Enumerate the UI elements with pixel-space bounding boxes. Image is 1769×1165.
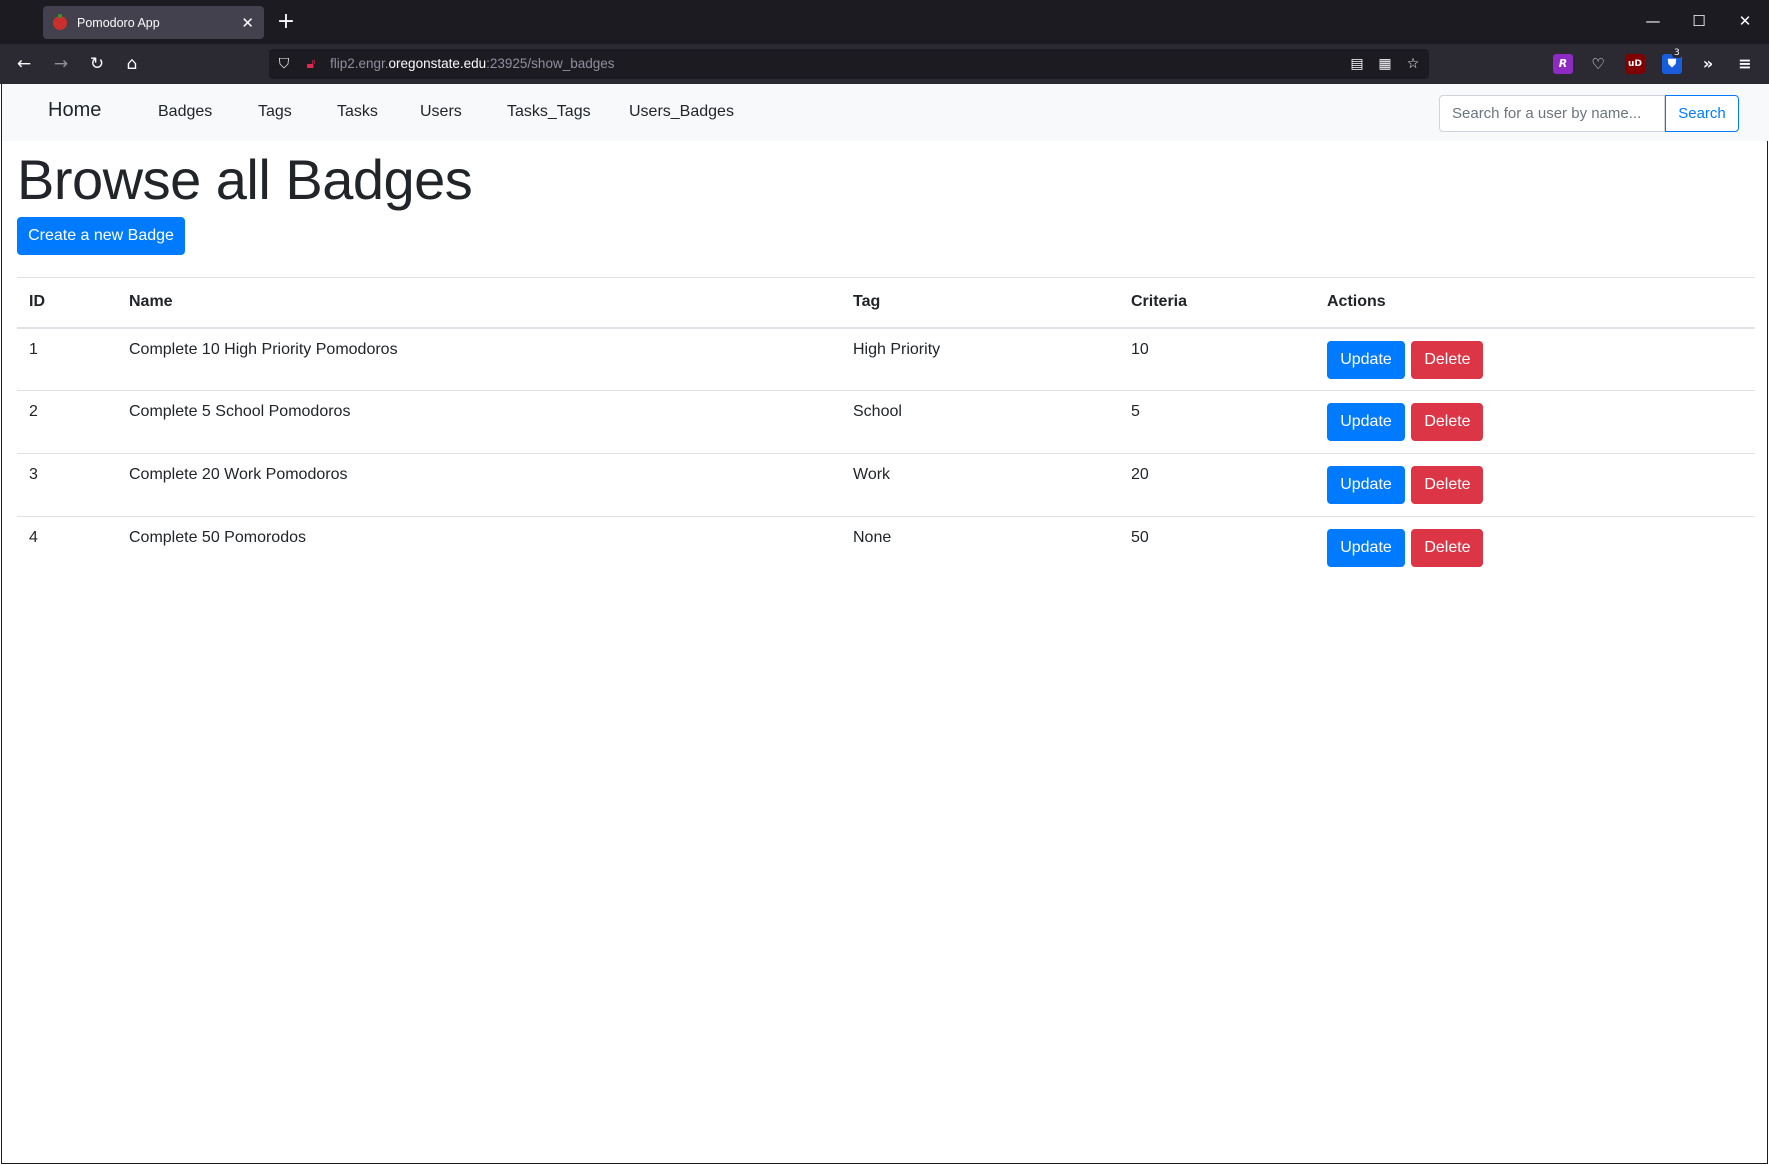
page-title: Browse all Badges [17, 148, 473, 211]
cell-criteria: 20 [1119, 453, 1315, 517]
nav-link-users[interactable]: Users [420, 103, 462, 121]
maximize-icon[interactable]: ☐ [1676, 6, 1722, 36]
url-bar[interactable]: ⛉ 🔓︎ flip2.engr.oregonstate.edu:23925/sh… [269, 49, 1429, 79]
cell-actions: Update Delete [1315, 453, 1755, 517]
table-row: 2 Complete 5 School Pomodoros School 5 U… [17, 390, 1755, 454]
cell-id: 2 [17, 390, 117, 454]
create-badge-button[interactable]: Create a new Badge [17, 217, 185, 255]
url-prefix: flip2.engr. [330, 56, 389, 71]
reader-view-icon[interactable]: ▤ [1347, 55, 1367, 73]
browser-toolbar: ← → ↻ ⌂ ⛉ 🔓︎ flip2.engr.oregonstate.edu:… [0, 44, 1769, 84]
cell-actions: Update Delete [1315, 390, 1755, 454]
tab-title: Pomodoro App [77, 15, 160, 30]
nav-home-link[interactable]: Home [48, 99, 101, 122]
search-button[interactable]: Search [1665, 95, 1739, 132]
update-button[interactable]: Update [1327, 403, 1405, 441]
cell-actions: Update Delete [1315, 328, 1755, 391]
cell-id: 1 [29, 340, 38, 358]
update-button[interactable]: Update [1327, 466, 1405, 504]
window-close-icon[interactable]: ✕ [1722, 6, 1768, 36]
table-row: 1 Complete 10 High Priority Pomodoros Hi… [17, 328, 1755, 391]
cell-criteria: 5 [1119, 390, 1315, 454]
nav-link-tags[interactable]: Tags [258, 103, 292, 121]
table-row: 4 Complete 50 Pomorodos None 50 Update D… [17, 516, 1755, 580]
extension-badge-count: 3 [1672, 48, 1682, 58]
column-header-name: Name [117, 277, 841, 329]
nav-link-tasks[interactable]: Tasks [337, 103, 378, 121]
nav-link-users-badges[interactable]: Users_Badges [629, 103, 734, 121]
cell-name: Complete 50 Pomorodos [117, 516, 841, 580]
home-icon[interactable]: ⌂ [119, 51, 145, 77]
forward-icon[interactable]: → [48, 51, 74, 77]
nav-link-badges[interactable]: Badges [158, 103, 212, 121]
back-icon[interactable]: ← [11, 51, 37, 77]
column-header-id: ID [17, 277, 117, 329]
delete-button[interactable]: Delete [1411, 403, 1484, 441]
close-tab-icon[interactable]: ✕ [241, 14, 254, 32]
browser-tab[interactable]: Pomodoro App ✕ [43, 6, 264, 39]
pocket-icon[interactable]: ♡ [1588, 54, 1608, 74]
browser-tab-bar: Pomodoro App ✕ + — ☐ ✕ [0, 0, 1769, 44]
cell-tag: High Priority [853, 340, 941, 358]
insecure-lock-icon[interactable]: 🔓︎ [302, 55, 320, 73]
qr-code-icon[interactable]: ▦ [1375, 55, 1395, 73]
hamburger-menu-icon[interactable]: ≡ [1735, 54, 1755, 74]
cell-tag: None [841, 516, 1119, 580]
cell-name: Complete 5 School Pomodoros [117, 390, 841, 454]
shield-icon[interactable]: ⛉ [275, 55, 293, 73]
table-row: 3 Complete 20 Work Pomodoros Work 20 Upd… [17, 453, 1755, 517]
url-host: oregonstate.edu [388, 56, 487, 71]
cell-tag: School [841, 390, 1119, 454]
delete-button[interactable]: Delete [1411, 340, 1484, 379]
ublock-icon[interactable]: uD [1625, 54, 1645, 74]
cell-criteria: 50 [1119, 516, 1315, 580]
web-page: Home Badges Tags Tasks Users Tasks_Tags … [1, 84, 1769, 1164]
cell-criteria: 10 [1131, 340, 1149, 358]
cell-name: Complete 20 Work Pomodoros [117, 453, 841, 517]
user-search-input[interactable] [1439, 95, 1665, 132]
minimize-icon[interactable]: — [1630, 6, 1676, 36]
cell-actions: Update Delete [1315, 516, 1755, 580]
bookmark-star-icon[interactable]: ☆ [1403, 55, 1423, 73]
new-tab-icon[interactable]: + [276, 8, 296, 36]
cell-id: 4 [17, 516, 117, 580]
url-path: :23925/show_badges [486, 56, 615, 71]
delete-button[interactable]: Delete [1411, 529, 1484, 567]
column-header-criteria: Criteria [1119, 277, 1315, 329]
extension-r-icon[interactable]: R [1553, 54, 1573, 74]
more-tools-icon[interactable]: » [1698, 54, 1718, 74]
cell-id: 3 [17, 453, 117, 517]
site-navbar: Home Badges Tags Tasks Users Tasks_Tags … [2, 84, 1769, 141]
table-header-row: ID Name Tag Criteria Actions [17, 277, 1755, 329]
cell-tag: Work [841, 453, 1119, 517]
delete-button[interactable]: Delete [1411, 466, 1484, 504]
tomato-icon [53, 13, 67, 30]
reload-icon[interactable]: ↻ [84, 51, 110, 77]
nav-link-tasks-tags[interactable]: Tasks_Tags [507, 103, 591, 121]
cell-name: Complete 10 High Priority Pomodoros [129, 340, 398, 358]
update-button[interactable]: Update [1327, 529, 1405, 567]
column-header-tag: Tag [841, 277, 1119, 329]
badges-table: ID Name Tag Criteria Actions 1 Complete … [17, 277, 1755, 580]
update-button[interactable]: Update [1327, 340, 1405, 379]
url-text[interactable]: flip2.engr.oregonstate.edu:23925/show_ba… [330, 56, 615, 71]
column-header-actions: Actions [1315, 277, 1755, 329]
